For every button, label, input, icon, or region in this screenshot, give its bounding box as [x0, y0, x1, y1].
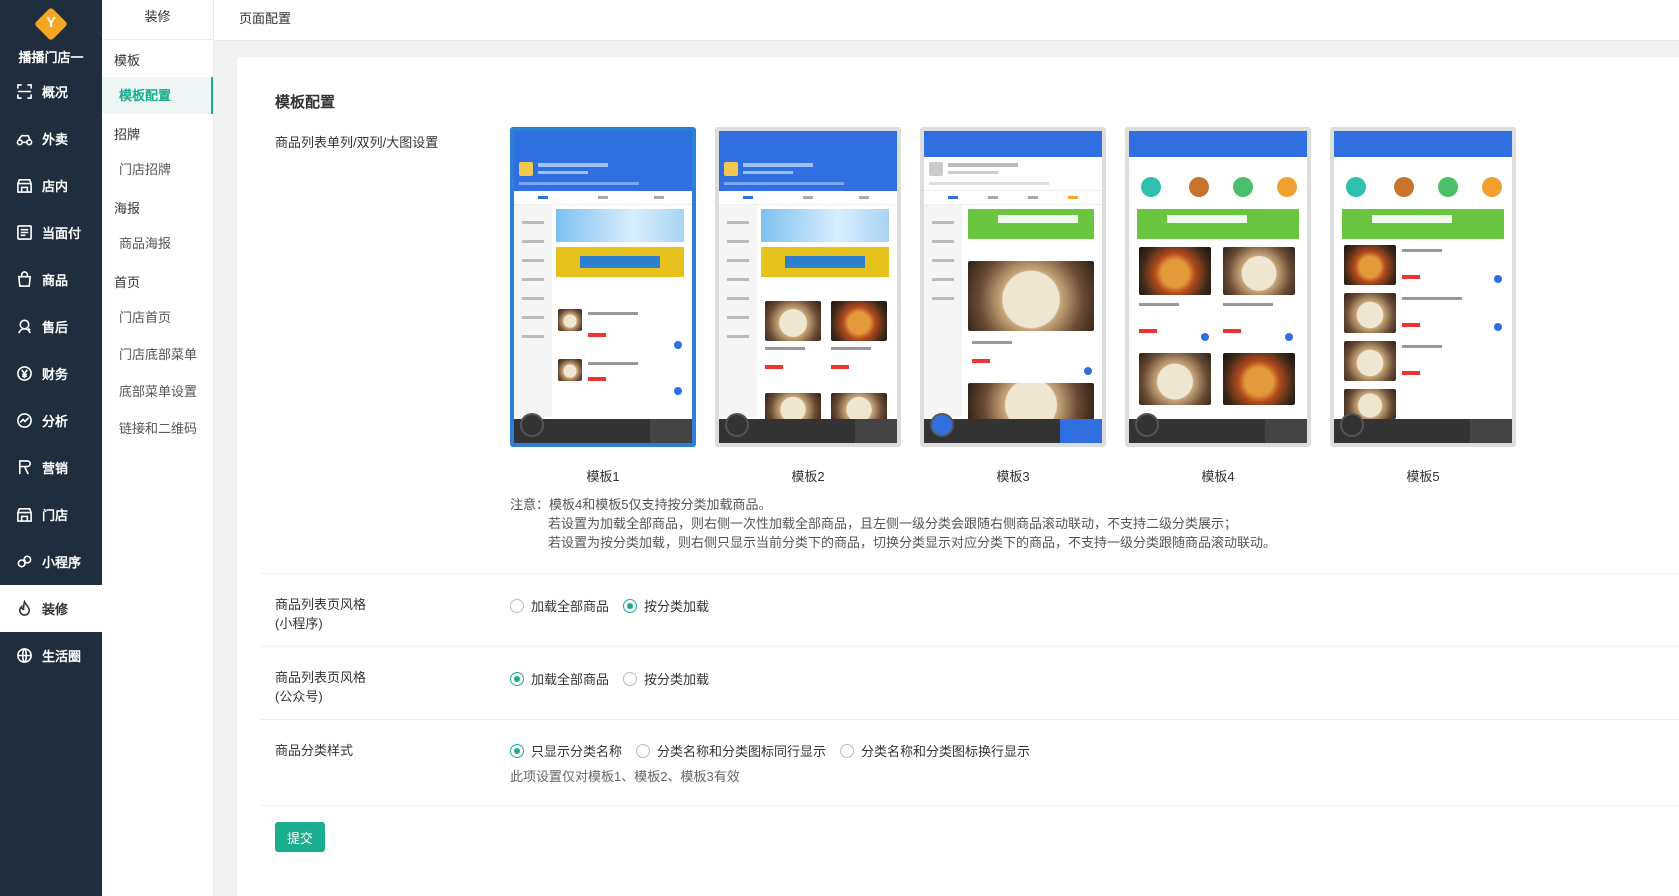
globe-icon — [17, 648, 32, 663]
nav-item-analysis[interactable]: 分析 — [0, 397, 102, 444]
divider — [261, 573, 1679, 574]
nav-item-miniprogram[interactable]: 小程序 — [0, 538, 102, 585]
nav-item-overview[interactable]: 概况 — [0, 68, 102, 115]
nav-item-delivery[interactable]: 外卖 — [0, 115, 102, 162]
pay-icon — [17, 225, 32, 240]
main-sidebar: Y 播播门店一 概况 外卖 店内 当面付 商品 售后 财务 分析 营销 门店 小… — [0, 0, 102, 896]
template-preview-4[interactable] — [1125, 127, 1311, 447]
delivery-icon — [16, 134, 33, 146]
template-preview-1[interactable] — [510, 127, 696, 447]
sub-item-bottom-menu-settings[interactable]: 底部菜单设置 — [102, 373, 213, 410]
store-name[interactable]: 播播门店一 — [0, 47, 102, 66]
radio-dot[interactable] — [510, 671, 524, 686]
page-title: 模板配置 — [275, 94, 336, 111]
sub-group-template: 模板 — [114, 53, 141, 68]
template-option-3[interactable]: 模板3 — [920, 127, 1106, 484]
nav-item-facepay[interactable]: 当面付 — [0, 209, 102, 256]
top-bar: 页面配置 — [214, 0, 1679, 41]
sub-item-store-sign[interactable]: 门店招牌 — [102, 151, 213, 188]
style-miniprogram-label: 商品列表页风格 (小程序) — [275, 597, 367, 631]
logo-icon: Y — [34, 7, 68, 41]
radio-dot[interactable] — [636, 743, 651, 758]
breadcrumb: 页面配置 — [239, 11, 292, 26]
analysis-icon — [17, 413, 32, 428]
template-row-label: 商品列表单列/双列/大图设置 — [275, 135, 439, 150]
sub-group-home: 首页 — [114, 275, 141, 290]
sub-sidebar-title: 装修 — [102, 0, 213, 40]
style-mp-radio-group: 加载全部商品 按分类加载 — [510, 669, 723, 688]
nav-item-lifecircle[interactable]: 生活圈 — [0, 632, 102, 679]
miniprogram-icon — [17, 555, 32, 568]
store-icon — [17, 179, 32, 193]
nav-item-marketing[interactable]: 营销 — [0, 444, 102, 491]
template-name-1: 模板1 — [586, 469, 620, 484]
category-style-hint: 此项设置仅对模板1、模板2、模板3有效 — [510, 769, 740, 784]
divider — [261, 719, 1679, 720]
template-note: 注意：模板4和模板5仅支持按分类加载商品。 若设置为加载全部商品，则右侧一次性加… — [510, 497, 1277, 550]
marketing-icon — [18, 460, 31, 475]
category-style-radio-group: 只显示分类名称 分类名称和分类图标同行显示 分类名称和分类图标换行显示 — [510, 741, 1044, 760]
radio-dot[interactable] — [623, 598, 638, 613]
template-name-2: 模板2 — [791, 469, 825, 484]
nav-item-instore[interactable]: 店内 — [0, 162, 102, 209]
nav-item-shop[interactable]: 门店 — [0, 491, 102, 538]
template-preview-2[interactable] — [715, 127, 901, 447]
template-option-2[interactable]: 模板2 — [715, 127, 901, 484]
category-style-label: 商品分类样式 — [275, 743, 354, 758]
template-name-3: 模板3 — [996, 469, 1030, 484]
divider — [261, 805, 1679, 806]
radio-category-name-only[interactable]: 只显示分类名称 — [510, 741, 622, 760]
template-option-4[interactable]: 模板4 — [1125, 127, 1311, 484]
style-miniprogram-radio-group: 加载全部商品 按分类加载 — [510, 596, 723, 615]
style-mp-label: 商品列表页风格 (公众号) — [275, 670, 367, 704]
goods-icon — [17, 271, 32, 287]
sub-item-template-config[interactable]: 模板配置 — [102, 77, 213, 114]
template-name-4: 模板4 — [1201, 469, 1235, 484]
nav-item-decorate[interactable]: 装修 — [0, 585, 102, 632]
sub-group-poster: 海报 — [114, 201, 141, 216]
nav-item-finance[interactable]: 财务 — [0, 350, 102, 397]
sub-item-goods-poster[interactable]: 商品海报 — [102, 225, 213, 262]
radio-dot[interactable] — [623, 671, 638, 686]
template-option-1[interactable]: 模板1 — [510, 127, 696, 484]
radio-dot[interactable] — [840, 743, 855, 758]
logo[interactable]: Y 播播门店一 — [0, 0, 102, 68]
template-name-5: 模板5 — [1406, 469, 1440, 484]
nav-item-goods[interactable]: 商品 — [0, 256, 102, 303]
overview-icon — [17, 84, 32, 99]
radio-category-icon-inline[interactable]: 分类名称和分类图标同行显示 — [636, 741, 826, 760]
sub-group-sign: 招牌 — [114, 127, 141, 142]
template-option-5[interactable]: 模板5 — [1330, 127, 1516, 484]
radio-mp-load-all[interactable]: 加载全部商品 — [510, 669, 609, 688]
sub-item-store-home[interactable]: 门店首页 — [102, 299, 213, 336]
sub-item-bottom-menu[interactable]: 门店底部菜单 — [102, 336, 213, 373]
radio-mini-load-by-category[interactable]: 按分类加载 — [623, 596, 709, 615]
main-card: 模板配置 商品列表单列/双列/大图设置 模板1 模板2 模板3 模板4 模板5 … — [237, 57, 1679, 896]
aftersale-icon — [18, 319, 31, 334]
radio-dot[interactable] — [510, 598, 524, 613]
decorate-icon — [18, 600, 31, 616]
radio-dot[interactable] — [510, 743, 524, 758]
divider — [261, 646, 1679, 647]
radio-mp-load-by-category[interactable]: 按分类加载 — [623, 669, 709, 688]
template-preview-3[interactable] — [920, 127, 1106, 447]
sub-item-link-qrcode[interactable]: 链接和二维码 — [102, 410, 213, 447]
nav-item-aftersale[interactable]: 售后 — [0, 303, 102, 350]
finance-icon — [17, 366, 32, 381]
radio-mini-load-all[interactable]: 加载全部商品 — [510, 596, 609, 615]
template-preview-5[interactable] — [1330, 127, 1516, 447]
radio-category-icon-newline[interactable]: 分类名称和分类图标换行显示 — [840, 741, 1030, 760]
submit-button[interactable]: 提交 — [275, 822, 325, 852]
shop-icon — [17, 508, 32, 522]
sub-sidebar: 装修 模板 模板配置 招牌 门店招牌 海报 商品海报 首页 门店首页 门店底部菜… — [102, 0, 214, 896]
